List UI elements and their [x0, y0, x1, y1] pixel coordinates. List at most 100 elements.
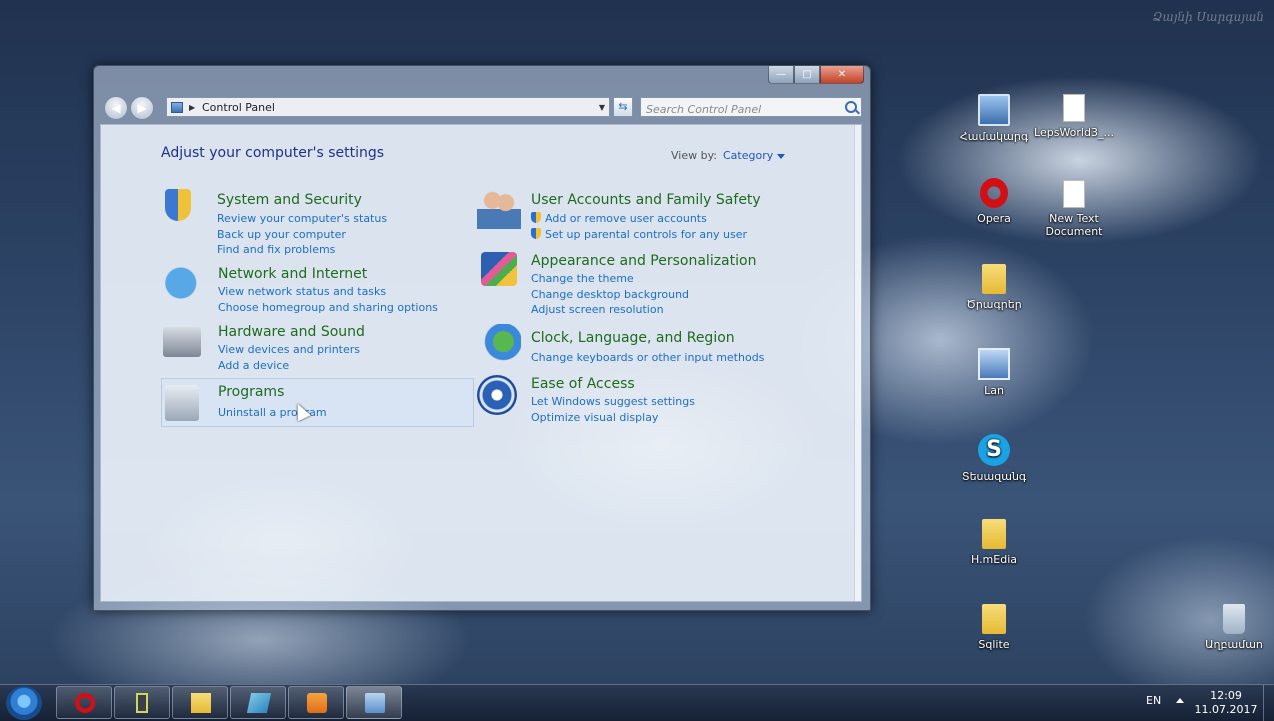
- link-find-fix[interactable]: Find and fix problems: [217, 243, 335, 256]
- link-devices-printers[interactable]: View devices and printers: [218, 343, 360, 356]
- folder-icon: [982, 264, 1006, 294]
- link-add-device[interactable]: Add a device: [218, 359, 289, 372]
- link-desktop-background[interactable]: Change desktop background: [531, 288, 689, 301]
- desktop-icon-skype[interactable]: S Տեսազանգ: [952, 434, 1036, 483]
- control-panel-icon: [365, 693, 385, 713]
- breadcrumb-chevron-icon[interactable]: ▶: [189, 98, 195, 118]
- link-add-remove-users[interactable]: Add or remove user accounts: [531, 212, 707, 225]
- view-by-value[interactable]: Category: [723, 149, 773, 162]
- desktop-icon-label: Ծրագրեր: [966, 298, 1022, 311]
- category-title-system-and-security[interactable]: System and Security: [217, 192, 362, 208]
- desktop-icon-label: H.mEdia: [970, 553, 1018, 566]
- control-panel-content: Adjust your computer's settings View by:…: [100, 124, 862, 602]
- document-icon: [1063, 94, 1085, 122]
- link-review-status[interactable]: Review your computer's status: [217, 212, 387, 225]
- back-arrow-icon: ◀: [111, 101, 121, 115]
- minimize-button[interactable]: —: [768, 66, 794, 84]
- address-dropdown-icon[interactable]: ▼: [599, 98, 605, 118]
- desktop-icon-lan[interactable]: Lan: [952, 348, 1036, 397]
- start-button[interactable]: [6, 686, 42, 720]
- address-bar[interactable]: ▶ Control Panel ▼: [166, 97, 610, 117]
- link-change-keyboards[interactable]: Change keyboards or other input methods: [531, 351, 764, 364]
- media-player-icon: [307, 693, 327, 713]
- uac-shield-icon: [531, 228, 541, 239]
- desktop-icon-recycle-bin[interactable]: Աղբամաn: [1192, 604, 1274, 651]
- programs-icon[interactable]: [165, 385, 199, 421]
- view-by-dropdown[interactable]: Category: [723, 149, 786, 162]
- desktop-icon-opera[interactable]: Opera: [952, 178, 1036, 225]
- folder-icon: [191, 693, 211, 713]
- desktop-icon-sqlite[interactable]: Sqlite: [952, 604, 1036, 651]
- show-desktop-button[interactable]: [1263, 685, 1274, 721]
- link-back-up[interactable]: Back up your computer: [217, 228, 346, 241]
- control-panel-window: — □ ✕ ◀ ▶ ▶ Control Panel ▼ ⇆ Adjust you…: [93, 65, 871, 611]
- link-text[interactable]: Add or remove user accounts: [545, 212, 707, 225]
- refresh-icon: ⇆: [618, 100, 628, 113]
- users-icon[interactable]: [477, 185, 521, 229]
- clock-globe-icon[interactable]: [477, 324, 521, 368]
- link-optimize-display[interactable]: Optimize visual display: [531, 411, 658, 424]
- link-uninstall-program[interactable]: Uninstall a program: [218, 406, 327, 419]
- taskbar-item-phone[interactable]: [114, 686, 170, 719]
- link-parental-controls[interactable]: Set up parental controls for any user: [531, 228, 747, 241]
- opera-icon: [980, 178, 1008, 208]
- search-box[interactable]: [640, 97, 862, 119]
- link-network-status[interactable]: View network status and tasks: [218, 285, 386, 298]
- category-title-ease-of-access[interactable]: Ease of Access: [531, 376, 635, 392]
- network-globe-icon[interactable]: [161, 261, 205, 305]
- category-title-programs[interactable]: Programs: [218, 384, 284, 400]
- taskbar-item-media-player[interactable]: [288, 686, 344, 719]
- desktop-icon-lepsworld[interactable]: LepsWorld3_...: [1032, 94, 1116, 139]
- back-button[interactable]: ◀: [104, 96, 128, 120]
- taskbar-item-explorer[interactable]: [172, 686, 228, 719]
- scrollbar[interactable]: [854, 125, 861, 601]
- folder-icon: [982, 604, 1006, 634]
- ease-of-access-icon[interactable]: [477, 375, 517, 415]
- breadcrumb-control-panel[interactable]: Control Panel: [202, 98, 275, 118]
- desktop-icon-label: Opera: [977, 212, 1011, 225]
- desktop-icon-label: Lan: [984, 384, 1004, 397]
- search-input[interactable]: [641, 100, 841, 119]
- desktop-icon-label: Համակարգ: [959, 130, 1029, 143]
- control-panel-icon: [171, 102, 183, 113]
- category-title-appearance[interactable]: Appearance and Personalization: [531, 253, 756, 269]
- network-icon: [978, 348, 1010, 380]
- link-text[interactable]: Set up parental controls for any user: [545, 228, 747, 241]
- view-by-label: View by:: [671, 149, 717, 162]
- category-title-user-accounts[interactable]: User Accounts and Family Safety: [531, 192, 761, 208]
- taskbar-item-opera[interactable]: [56, 686, 112, 719]
- category-title-hardware-and-sound[interactable]: Hardware and Sound: [218, 324, 365, 340]
- desktop-icon-programs-folder[interactable]: Ծրագրեր: [952, 264, 1036, 311]
- category-title-clock[interactable]: Clock, Language, and Region: [531, 330, 735, 346]
- close-button[interactable]: ✕: [820, 66, 864, 84]
- phone-icon: [136, 693, 148, 713]
- recycle-bin-icon: [1223, 604, 1245, 634]
- category-title-network-and-internet[interactable]: Network and Internet: [218, 266, 367, 282]
- tray-expand-icon[interactable]: [1176, 698, 1184, 703]
- appearance-icon[interactable]: [481, 252, 517, 286]
- taskbar: EN 12:09 11.07.2017: [0, 684, 1274, 721]
- forward-arrow-icon: ▶: [137, 101, 147, 115]
- computer-icon: [978, 94, 1010, 126]
- maximize-button[interactable]: □: [794, 66, 820, 84]
- desktop-icon-hmedia[interactable]: H.mEdia: [952, 519, 1036, 566]
- language-indicator[interactable]: EN: [1146, 694, 1161, 707]
- search-icon[interactable]: [845, 101, 857, 113]
- taskbar-item-control-panel[interactable]: [346, 686, 402, 719]
- clock-time: 12:09: [1210, 689, 1242, 702]
- chevron-down-icon[interactable]: [777, 153, 786, 159]
- taskbar-item-reader[interactable]: [230, 686, 286, 719]
- link-change-theme[interactable]: Change the theme: [531, 272, 634, 285]
- printer-icon[interactable]: [163, 327, 201, 357]
- desktop-icon-computer[interactable]: Համակարգ: [952, 94, 1036, 143]
- link-screen-resolution[interactable]: Adjust screen resolution: [531, 303, 664, 316]
- text-document-icon: [1063, 180, 1085, 208]
- desktop-icon-new-text-document[interactable]: New Text Document: [1032, 180, 1116, 238]
- security-shield-icon[interactable]: [165, 189, 191, 221]
- category-hover-highlight: [161, 378, 474, 427]
- system-clock[interactable]: 12:09 11.07.2017: [1194, 689, 1258, 717]
- forward-button[interactable]: ▶: [130, 96, 154, 120]
- link-homegroup[interactable]: Choose homegroup and sharing options: [218, 301, 438, 314]
- link-windows-suggest[interactable]: Let Windows suggest settings: [531, 395, 695, 408]
- refresh-button[interactable]: ⇆: [613, 97, 633, 117]
